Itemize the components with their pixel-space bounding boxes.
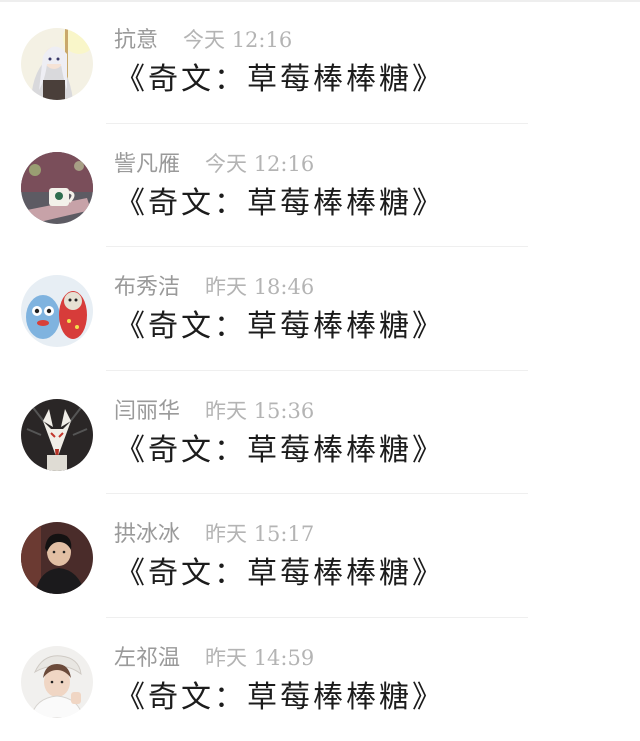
comment-time: 今天 12:16 [183, 28, 293, 52]
comment-time: 昨天 15:17 [205, 522, 315, 546]
man-portrait-avatar-icon[interactable] [21, 522, 93, 594]
commenter-name[interactable]: 訾凡雁 [114, 152, 180, 177]
commenter-name[interactable]: 左祁温 [114, 646, 180, 671]
comment-time: 昨天 18:46 [205, 275, 315, 299]
comment-item: 左祁温 昨天 14:59 《奇文：草莓棒棒糖》 [0, 618, 640, 741]
comment-time: 昨天 15:36 [205, 398, 315, 423]
comment-item: 闫丽华 昨天 15:36 《奇文：草莓棒棒糖》 [0, 371, 640, 494]
comment-meta: 抗意 今天 12:16 [114, 25, 292, 55]
comment-time: 昨天 14:59 [205, 645, 315, 670]
comment-time: 今天 12:16 [205, 151, 315, 176]
comment-item: 拱冰冰 昨天 15:17 《奇文：草莓棒棒糖》 [0, 494, 640, 618]
comment-item: 訾凡雁 今天 12:16 《奇文：草莓棒棒糖》 [0, 124, 640, 247]
fox-mask-avatar-icon[interactable] [21, 398, 93, 471]
plush-toys-avatar-icon[interactable] [21, 275, 93, 347]
comment-list: 抗意 今天 12:16 《奇文：草莓棒棒糖》 訾凡雁 今天 12:16 《奇文：… [0, 0, 640, 741]
comment-item: 抗意 今天 12:16 《奇文：草莓棒棒糖》 [0, 0, 640, 124]
coffee-cup-avatar-icon[interactable] [21, 151, 93, 224]
commenter-name[interactable]: 抗意 [114, 28, 158, 53]
commenter-name[interactable]: 拱冰冰 [114, 522, 180, 547]
comment-content: 《奇文：草莓棒棒糖》 [115, 309, 445, 344]
comment-item: 布秀洁 昨天 18:46 《奇文：草莓棒棒糖》 [0, 247, 640, 371]
comment-meta: 拱冰冰 昨天 15:17 [114, 519, 314, 549]
anime-girl-avatar-icon[interactable] [21, 28, 93, 100]
comment-meta: 布秀洁 昨天 18:46 [114, 272, 314, 302]
commenter-name[interactable]: 闫丽华 [114, 399, 180, 424]
comment-content: 《奇文：草莓棒棒糖》 [115, 62, 445, 97]
boy-portrait-avatar-icon[interactable] [21, 645, 93, 718]
comment-content: 《奇文：草莓棒棒糖》 [115, 432, 445, 468]
comment-meta: 闫丽华 昨天 15:36 [114, 396, 314, 426]
comment-meta: 左祁温 昨天 14:59 [114, 643, 314, 673]
comment-content: 《奇文：草莓棒棒糖》 [115, 556, 445, 591]
commenter-name[interactable]: 布秀洁 [114, 275, 180, 300]
comment-content: 《奇文：草莓棒棒糖》 [115, 679, 445, 715]
comment-content: 《奇文：草莓棒棒糖》 [115, 185, 445, 221]
comment-meta: 訾凡雁 今天 12:16 [114, 149, 314, 179]
